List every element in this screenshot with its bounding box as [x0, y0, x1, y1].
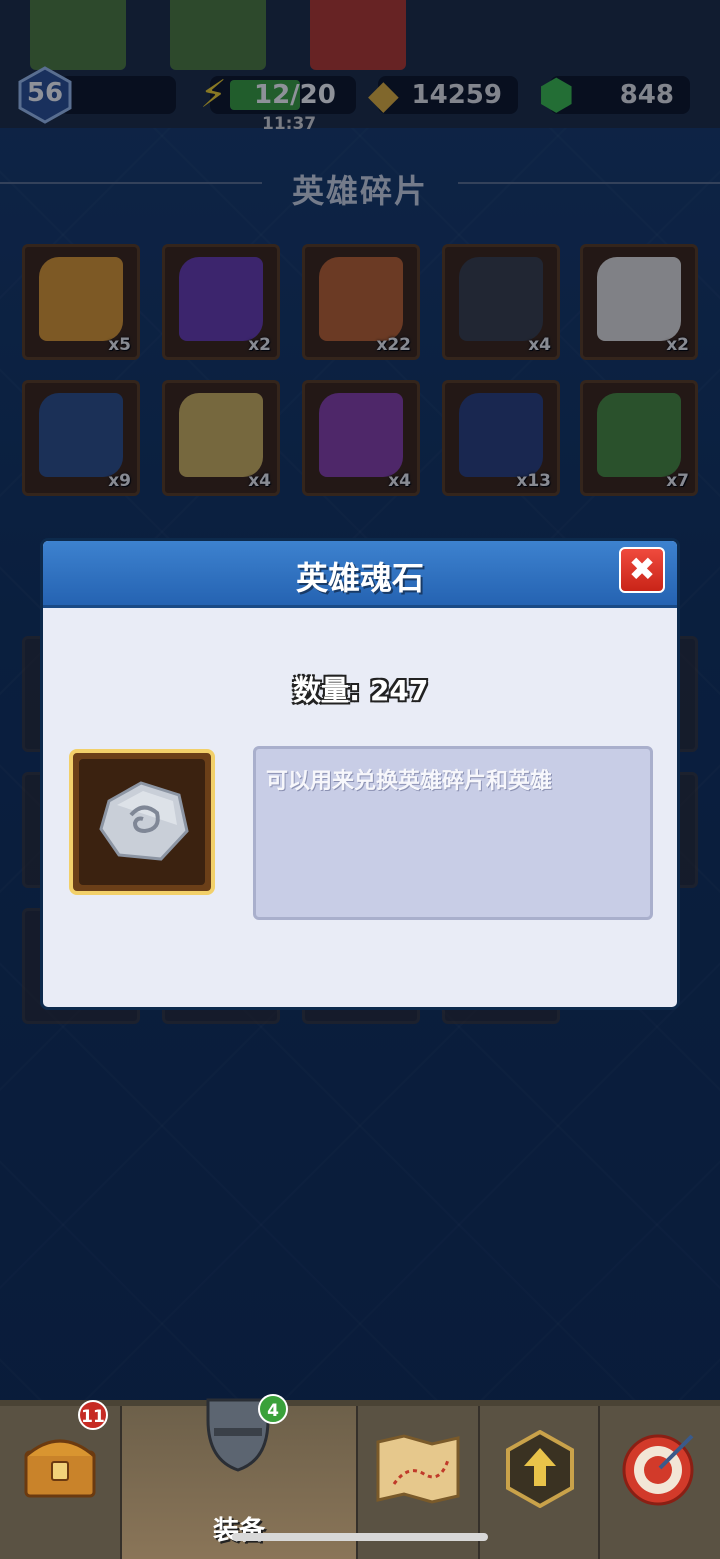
upgrade-arrow-icon — [506, 1430, 574, 1508]
soulstone-dialog: 英雄魂石 ✖ 数量: 247 可以用来兑换英雄碎片和英雄 — [40, 538, 680, 1010]
quantity-label: 数量: 247 — [293, 674, 429, 707]
soulstone-icon — [99, 781, 189, 861]
treasure-chest-icon — [24, 1439, 96, 1498]
soulstone-item-frame — [69, 749, 215, 895]
equipment-badge: 4 — [258, 1394, 288, 1424]
description-text: 可以用来兑换英雄碎片和英雄 — [266, 769, 553, 794]
target-icon — [622, 1434, 694, 1506]
tab-chest[interactable]: 11 — [0, 1400, 122, 1559]
tab-upgrade[interactable] — [480, 1406, 600, 1559]
dialog-header: 英雄魂石 ✖ — [43, 541, 677, 608]
description-box: 可以用来兑换英雄碎片和英雄 — [253, 746, 653, 920]
treasure-map-icon — [376, 1434, 460, 1504]
tab-equipment-label: 装备 — [212, 1516, 265, 1546]
close-button[interactable]: ✖ — [619, 547, 665, 593]
tab-target[interactable] — [600, 1406, 720, 1559]
dialog-title: 英雄魂石 — [295, 559, 424, 597]
chest-badge: 11 — [78, 1400, 108, 1430]
home-indicator[interactable] — [232, 1533, 488, 1541]
